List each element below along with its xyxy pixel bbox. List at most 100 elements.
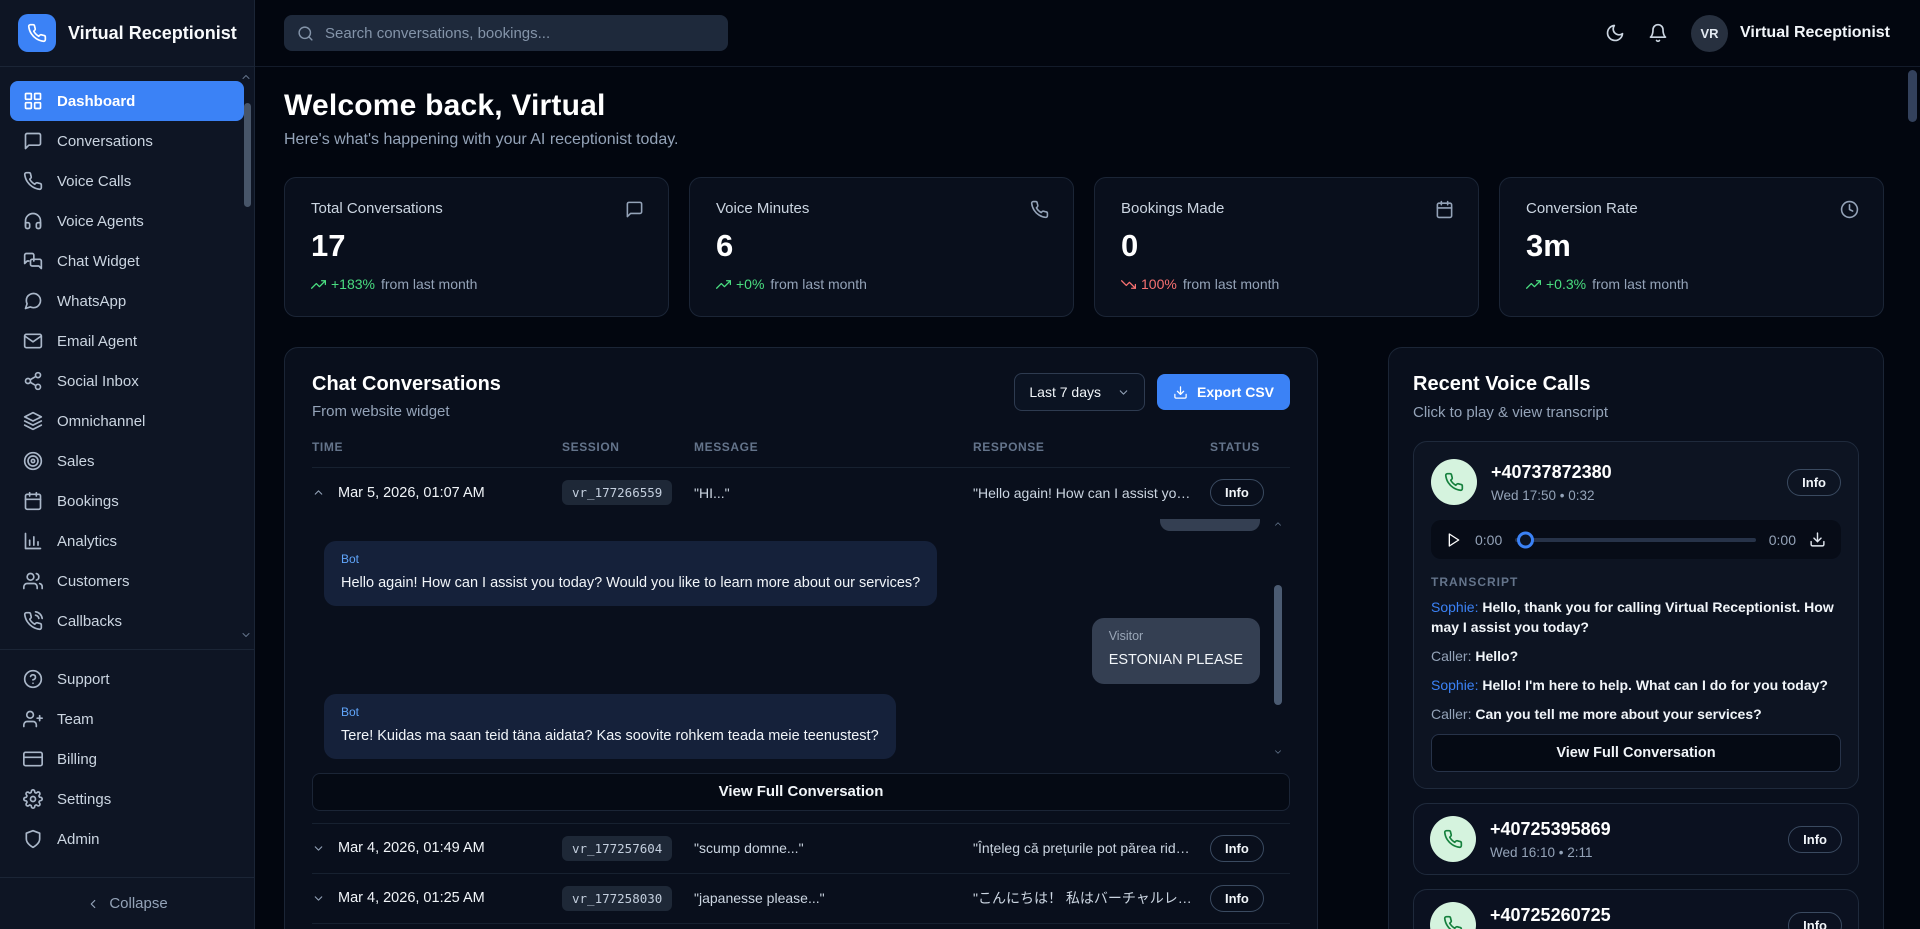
- export-csv-button[interactable]: Export CSV: [1157, 374, 1290, 410]
- bubble-role-label: Bot: [341, 705, 879, 719]
- credit-card-icon: [23, 749, 43, 769]
- stat-delta: +0.3% from last month: [1526, 276, 1857, 292]
- stat-delta: +183% from last month: [311, 276, 642, 292]
- sidebar-item-whatsapp[interactable]: WhatsApp: [10, 281, 244, 321]
- sidebar-item-voice-calls[interactable]: Voice Calls: [10, 161, 244, 201]
- phone-icon: [1431, 459, 1477, 505]
- page-title: Welcome back, Virtual: [284, 89, 1884, 123]
- bell-icon: [1648, 23, 1668, 43]
- collapse-button[interactable]: Collapse: [0, 877, 254, 929]
- partial-visitor-bubble: [1160, 519, 1260, 531]
- search-input[interactable]: [325, 25, 715, 42]
- sidebar-item-dashboard[interactable]: Dashboard: [10, 81, 244, 121]
- date-range-select[interactable]: Last 7 days: [1014, 373, 1145, 411]
- notifications-button[interactable]: [1648, 23, 1668, 43]
- bubble-role-label: Visitor: [1109, 629, 1243, 643]
- sidebar-nav: Dashboard Conversations Voice Calls Voic…: [0, 67, 254, 877]
- expanded-conversation: Bot Hello again! How can I assist you to…: [312, 517, 1290, 771]
- view-full-conversation-button[interactable]: View Full Conversation: [1431, 734, 1841, 772]
- call-list-item[interactable]: +40725260725 Tue 12:39 • 0:47 Info: [1413, 889, 1859, 929]
- bot-message-bubble: Bot Hello again! How can I assist you to…: [324, 541, 937, 606]
- current-time: 0:00: [1475, 532, 1502, 548]
- active-call-card[interactable]: +40737872380 Wed 17:50 • 0:32 Info 0:00 …: [1413, 441, 1859, 789]
- search-icon: [297, 25, 314, 42]
- view-full-conversation-button[interactable]: View Full Conversation: [312, 773, 1290, 811]
- sidebar-item-label: Analytics: [57, 533, 117, 550]
- chat-conversations-panel: Chat Conversations From website widget L…: [284, 347, 1318, 929]
- chat-scrollbar[interactable]: [1272, 519, 1284, 757]
- trend-up-icon: [1526, 277, 1541, 292]
- table-row[interactable]: Mar 4, 2026, 01:49 AM vr_177257604 "scum…: [312, 823, 1290, 873]
- call-list-item[interactable]: +40725395869 Wed 16:10 • 2:11 Info: [1413, 803, 1859, 875]
- sidebar-item-omnichannel[interactable]: Omnichannel: [10, 401, 244, 441]
- play-button[interactable]: [1446, 532, 1462, 548]
- transcript-line: Sophie: Hello, thank you for calling Vir…: [1431, 598, 1841, 638]
- sidebar-item-email-agent[interactable]: Email Agent: [10, 321, 244, 361]
- info-button[interactable]: Info: [1210, 885, 1264, 912]
- topbar: VR Virtual Receptionist: [255, 0, 1920, 67]
- page-scrollbar-thumb[interactable]: [1908, 70, 1917, 122]
- info-button[interactable]: Info: [1210, 835, 1264, 862]
- chat-panel-subtitle: From website widget: [312, 403, 501, 420]
- transcript-label: TRANSCRIPT: [1431, 575, 1841, 589]
- sidebar-item-admin[interactable]: Admin: [10, 819, 244, 859]
- grid-icon: [23, 91, 43, 111]
- audio-player: 0:00 0:00: [1431, 520, 1841, 559]
- sidebar-item-billing[interactable]: Billing: [10, 739, 244, 779]
- message-square-icon: [23, 131, 43, 151]
- info-button[interactable]: Info: [1788, 826, 1842, 853]
- col-session: SESSION: [562, 440, 694, 454]
- seek-slider[interactable]: [1515, 538, 1756, 542]
- sidebar-item-team[interactable]: Team: [10, 699, 244, 739]
- user-chip[interactable]: VR Virtual Receptionist: [1691, 15, 1890, 52]
- bubble-role-label: Bot: [341, 552, 920, 566]
- sidebar-item-voice-agents[interactable]: Voice Agents: [10, 201, 244, 241]
- stat-value: 17: [311, 228, 642, 264]
- sidebar-item-social-inbox[interactable]: Social Inbox: [10, 361, 244, 401]
- info-button[interactable]: Info: [1788, 912, 1842, 929]
- theme-toggle-button[interactable]: [1605, 23, 1625, 43]
- sidebar-item-label: Social Inbox: [57, 373, 139, 390]
- sidebar-item-conversations[interactable]: Conversations: [10, 121, 244, 161]
- call-number: +40737872380: [1491, 462, 1612, 483]
- nav-scroll-up-icon[interactable]: [240, 71, 252, 83]
- chat-scrollbar-thumb[interactable]: [1274, 585, 1282, 705]
- sidebar-item-customers[interactable]: Customers: [10, 561, 244, 601]
- sidebar-item-bookings[interactable]: Bookings: [10, 481, 244, 521]
- phone-icon: [1430, 902, 1476, 929]
- sidebar-item-chat-widget[interactable]: Chat Widget: [10, 241, 244, 281]
- call-header: +40737872380 Wed 17:50 • 0:32 Info: [1431, 459, 1841, 505]
- sidebar-item-sales[interactable]: Sales: [10, 441, 244, 481]
- headphones-icon: [23, 211, 43, 231]
- sidebar-item-label: Dashboard: [57, 93, 135, 110]
- nav-scroll-down-icon[interactable]: [240, 629, 252, 641]
- chat-panel-title: Chat Conversations: [312, 373, 501, 396]
- chevron-down-icon: [312, 892, 325, 905]
- sidebar-item-support[interactable]: Support: [10, 659, 244, 699]
- voice-panel-title: Recent Voice Calls: [1413, 373, 1859, 396]
- calendar-icon: [1435, 200, 1454, 219]
- download-button[interactable]: [1809, 531, 1826, 548]
- stat-card-conversion-rate: Conversion Rate 3m +0.3% from last month: [1499, 177, 1884, 317]
- speaker-name: Sophie:: [1431, 599, 1478, 615]
- sidebar-item-label: Settings: [57, 791, 111, 808]
- col-message: MESSAGE: [694, 440, 973, 454]
- sidebar-item-label: Conversations: [57, 133, 153, 150]
- info-button[interactable]: Info: [1787, 469, 1841, 496]
- nav-scrollbar-thumb[interactable]: [244, 103, 251, 207]
- target-icon: [23, 451, 43, 471]
- sidebar-item-callbacks[interactable]: Callbacks: [10, 601, 244, 641]
- shield-icon: [23, 829, 43, 849]
- table-row[interactable]: Mar 4, 2026, 01:14 AM vr_177257662 "ce p…: [312, 923, 1290, 929]
- slider-thumb[interactable]: [1517, 531, 1534, 548]
- info-button[interactable]: Info: [1210, 479, 1264, 506]
- sidebar-item-analytics[interactable]: Analytics: [10, 521, 244, 561]
- table-row[interactable]: Mar 4, 2026, 01:25 AM vr_177258030 "japa…: [312, 873, 1290, 923]
- stat-delta: 100% from last month: [1121, 276, 1452, 292]
- table-row[interactable]: Mar 5, 2026, 01:07 AM vr_177266559 "HI..…: [312, 467, 1290, 517]
- bubble-text: Tere! Kuidas ma saan teid täna aidata? K…: [341, 726, 879, 746]
- speaker-name: Sophie:: [1431, 677, 1478, 693]
- sidebar-item-settings[interactable]: Settings: [10, 779, 244, 819]
- page-subtitle: Here's what's happening with your AI rec…: [284, 131, 1884, 149]
- phone-call-icon: [23, 611, 43, 631]
